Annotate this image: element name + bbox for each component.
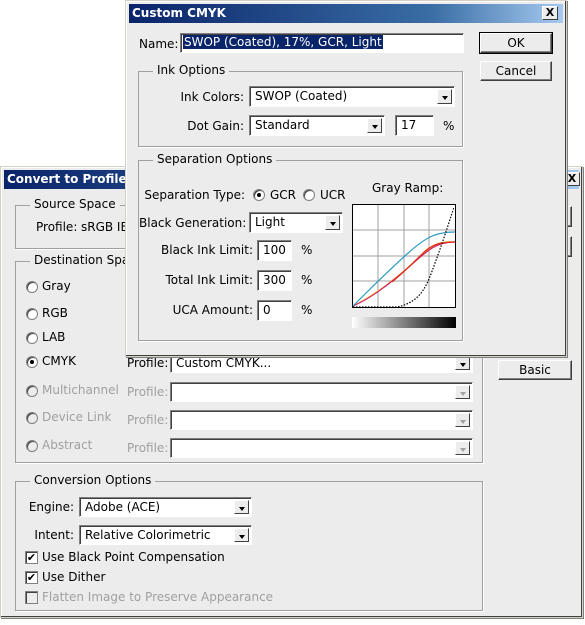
total-limit-pct: % [301,273,313,287]
dither-checkbox[interactable]: ✔ [25,571,38,584]
chevron-down-icon [437,89,452,104]
engine-select[interactable]: Adobe (ACE) [79,497,252,517]
chevron-down-icon [455,356,470,370]
destination-legend: Destination Spac [30,253,140,267]
name-input[interactable]: SWOP (Coated), 17%, GCR, Light [180,33,464,53]
cancel-button[interactable]: Cancel [480,61,552,81]
dot-gain-input[interactable]: 17 [395,115,434,136]
intent-select[interactable]: Relative Colorimetric [79,525,252,545]
cmyk-profile-label: Profile: [127,356,169,370]
radio-gcr[interactable] [253,189,265,201]
ink-options-group: Ink Options Ink Colors: SWOP (Coated) Do… [138,63,463,147]
black-generation-select[interactable]: Light [249,212,343,233]
total-ink-limit-label: Total Ink Limit: [165,273,253,287]
radio-gray[interactable] [26,281,38,293]
abstract-profile-select[interactable] [170,438,473,458]
chevron-down-icon [455,441,470,455]
flatten-checkbox[interactable] [25,591,38,604]
chevron-down-icon [325,215,340,230]
chevron-down-icon [455,413,470,427]
engine-label: Engine: [28,500,74,514]
device-link-profile-select[interactable] [170,410,473,430]
chevron-down-icon [234,528,249,542]
flatten-label: Flatten Image to Preserve Appearance [42,590,274,604]
source-profile-label: Profile: [36,220,78,234]
abstract-profile-label: Profile: [127,441,169,455]
chevron-down-icon [455,385,470,399]
ok-button[interactable]: OK [479,32,553,54]
dither-label: Use Dither [42,570,106,584]
gray-ramp-graph [352,204,456,308]
device-link-profile-label: Profile: [127,413,169,427]
uca-pct: % [301,303,313,317]
dot-gain-label: Dot Gain: [187,119,244,133]
device-link-label: Device Link [42,410,112,424]
radio-device-link[interactable] [26,412,38,424]
rgb-label: RGB [42,306,68,320]
radio-abstract[interactable] [26,440,38,452]
abstract-label: Abstract [42,438,93,452]
basic-button[interactable]: Basic [498,360,572,380]
uca-amount-input[interactable]: 0 [257,300,292,321]
intent-label: Intent: [34,528,74,542]
radio-lab[interactable] [26,332,38,344]
separation-options-group: Separation Options Separation Type: GCR … [138,152,463,341]
gray-label: Gray [42,279,71,293]
multichannel-profile-label: Profile: [127,385,169,399]
gray-ramp-label: Gray Ramp: [372,181,444,195]
cmyk-title: Custom CMYK [132,6,226,20]
cmyk-close-button[interactable]: X [542,6,558,20]
ink-colors-label: Ink Colors: [180,90,244,104]
radio-multichannel[interactable] [26,385,38,397]
uca-amount-label: UCA Amount: [172,303,253,317]
conversion-legend: Conversion Options [30,473,156,487]
lab-label: LAB [42,330,66,344]
black-limit-pct: % [301,243,313,257]
dot-gain-select[interactable]: Standard [249,115,385,136]
custom-cmyk-dialog: Custom CMYK X Name: SWOP (Coated), 17%, … [125,0,567,357]
chevron-down-icon [234,500,249,514]
multichannel-profile-select[interactable] [170,382,473,402]
black-ink-limit-label: Black Ink Limit: [161,243,253,257]
radio-ucr[interactable] [303,189,315,201]
ucr-label: UCR [320,188,346,202]
separation-legend: Separation Options [153,152,277,166]
ink-legend: Ink Options [153,63,230,77]
black-ink-limit-input[interactable]: 100 [257,240,292,261]
gray-ramp-bar [352,317,456,328]
gcr-label: GCR [270,188,297,202]
black-generation-label: Black Generation: [139,216,247,230]
multichannel-label: Multichannel [42,383,119,397]
ink-colors-select[interactable]: SWOP (Coated) [249,86,455,107]
conversion-options-group: Conversion Options Engine: Adobe (ACE) I… [15,473,483,611]
cmyk-label: CMYK [42,354,76,368]
radio-cmyk[interactable] [26,356,38,368]
black-point-checkbox[interactable]: ✔ [25,551,38,564]
total-ink-limit-input[interactable]: 300 [257,270,292,291]
radio-rgb[interactable] [26,308,38,320]
separation-type-label: Separation Type: [144,188,245,202]
name-label: Name: [139,37,179,51]
cmyk-title-bar[interactable]: Custom CMYK [129,4,563,23]
source-legend: Source Space [30,197,120,211]
chevron-down-icon [367,118,382,133]
dot-gain-pct: % [443,119,455,133]
black-point-label: Use Black Point Compensation [42,550,225,564]
